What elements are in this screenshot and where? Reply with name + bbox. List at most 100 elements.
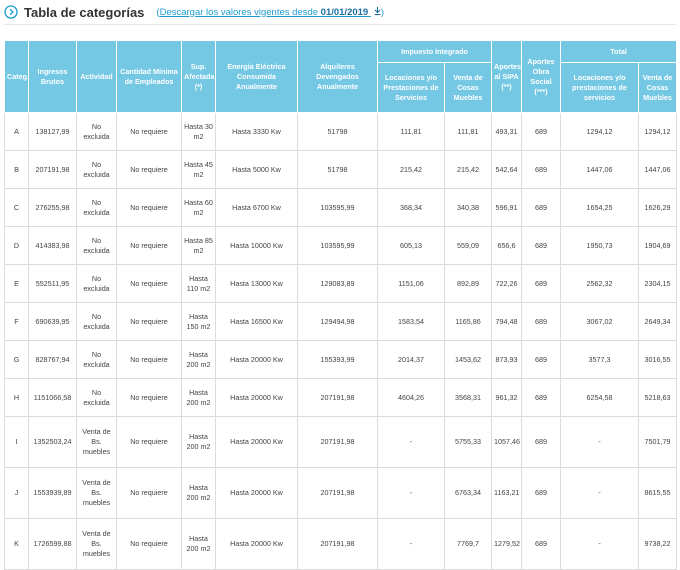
cell-superficie: Hasta 200 m2 — [181, 467, 216, 519]
col-group-impuesto: Impuesto Integrado — [376, 40, 493, 63]
table-row: E 552511,95 No excluida No requiere Hasta 11… — [4, 264, 678, 303]
cell-tot-loc: 6254,58 — [560, 378, 640, 417]
cell-imp-venta: 340,38 — [443, 188, 493, 227]
cell-alquileres: 207191,98 — [297, 378, 378, 417]
cell-imp-loc: 368,34 — [377, 188, 445, 227]
cell-tot-venta: 7501,79 — [638, 416, 678, 468]
cell-imp-loc: - — [377, 518, 445, 570]
cell-sipa: 722,26 — [491, 264, 523, 303]
cell-energia: Hasta 16500 Kw — [215, 302, 298, 341]
cell-alquileres: 155393,99 — [297, 340, 378, 379]
cell-empleados: No requiere — [116, 226, 182, 265]
cell-superficie: Hasta 45 m2 — [181, 150, 216, 189]
cell-tot-loc: - — [560, 518, 640, 570]
cell-actividad: No excluida — [76, 112, 117, 151]
cell-tot-venta: 1294,12 — [638, 112, 678, 151]
col-header-imp-venta: Venta de Cosas Muebles — [443, 62, 493, 113]
cell-tot-loc: 1294,12 — [560, 112, 640, 151]
cell-tot-venta: 8615,55 — [638, 467, 678, 519]
cell-tot-venta: 3016,55 — [638, 340, 678, 379]
cell-imp-venta: 5755,33 — [443, 416, 493, 468]
col-header-superficie: Sup. Afectada (*) — [181, 40, 216, 113]
cell-empleados: No requiere — [116, 188, 182, 227]
cell-actividad: Venta de Bs. muebles — [76, 467, 117, 519]
table-row: K 1726599,88 Venta de Bs. muebles No requie… — [4, 518, 678, 570]
chevron-right-circle-icon[interactable] — [4, 5, 18, 19]
cell-energia: Hasta 5000 Kw — [215, 150, 298, 189]
cell-imp-loc: 215,42 — [377, 150, 445, 189]
cell-sipa: 493,31 — [491, 112, 523, 151]
cell-tot-venta: 1447,06 — [638, 150, 678, 189]
cell-sipa: 542,64 — [491, 150, 523, 189]
cell-tot-loc: 2562,32 — [560, 264, 640, 303]
cell-categ: D — [4, 226, 29, 265]
cell-alquileres: 207191,98 — [297, 416, 378, 468]
cell-tot-venta: 5218,63 — [638, 378, 678, 417]
cell-ingresos: 1726599,88 — [28, 518, 77, 570]
table-row: I 1352503,24 Venta de Bs. muebles No requie… — [4, 416, 678, 468]
download-values-link[interactable]: Descargar los valores vigentes desde 01/… — [160, 6, 381, 18]
cell-tot-loc: - — [560, 467, 640, 519]
col-header-ingresos: Ingresos Brutos — [28, 40, 77, 113]
table-body: A 138127,99 No excluida No requiere Hasta 30… — [4, 112, 678, 570]
table-row: F 690639,95 No excluida No requiere Hasta 15… — [4, 302, 678, 341]
cell-imp-venta: 215,42 — [443, 150, 493, 189]
cell-imp-venta: 559,09 — [443, 226, 493, 265]
cell-categ: K — [4, 518, 29, 570]
table-row: H 1151066,58 No excluida No requiere Hasta 2… — [4, 378, 678, 417]
cell-tot-venta: 1904,69 — [638, 226, 678, 265]
close-paren: ) — [380, 6, 385, 18]
cell-alquileres: 207191,98 — [297, 467, 378, 519]
cell-tot-venta: 2304,15 — [638, 264, 678, 303]
cell-superficie: Hasta 200 m2 — [181, 340, 216, 379]
cell-superficie: Hasta 85 m2 — [181, 226, 216, 265]
cell-empleados: No requiere — [116, 302, 182, 341]
cell-actividad: No excluida — [76, 264, 117, 303]
cell-ingresos: 207191,98 — [28, 150, 77, 189]
col-group-total: Total — [560, 40, 678, 63]
table-row: C 276255,98 No excluida No requiere Hasta 60… — [4, 188, 678, 227]
table-row: G 828767,94 No excluida No requiere Hasta 20… — [4, 340, 678, 379]
cell-obra-social: 689 — [521, 264, 562, 303]
col-header-obra-social: Aportes Obra Social (***) — [521, 40, 562, 113]
cell-actividad: No excluida — [76, 340, 117, 379]
cell-actividad: Venta de Bs. muebles — [76, 518, 117, 570]
cell-empleados: No requiere — [116, 150, 182, 189]
cell-superficie: Hasta 200 m2 — [181, 518, 216, 570]
cell-energia: Hasta 20000 Kw — [215, 340, 298, 379]
cell-imp-venta: 1453,62 — [443, 340, 493, 379]
cell-imp-venta: 3568,31 — [443, 378, 493, 417]
cell-tot-loc: 1654,25 — [560, 188, 640, 227]
cell-obra-social: 689 — [521, 112, 562, 151]
cell-alquileres: 51798 — [297, 112, 378, 151]
cell-tot-loc: 1447,06 — [560, 150, 640, 189]
cell-imp-venta: 111,81 — [443, 112, 493, 151]
cell-alquileres: 103595,99 — [297, 188, 378, 227]
cell-actividad: No excluida — [76, 378, 117, 417]
col-header-empleados: Cantidad Mínima de Empleados — [116, 40, 182, 113]
cell-sipa: 656,6 — [491, 226, 523, 265]
cell-ingresos: 552511,95 — [28, 264, 77, 303]
cell-sipa: 961,32 — [491, 378, 523, 417]
cell-energia: Hasta 13000 Kw — [215, 264, 298, 303]
cell-categ: I — [4, 416, 29, 468]
cell-imp-loc: - — [377, 467, 445, 519]
cell-ingresos: 690639,95 — [28, 302, 77, 341]
cell-imp-loc: 605,13 — [377, 226, 445, 265]
cell-tot-venta: 9738,22 — [638, 518, 678, 570]
cell-obra-social: 689 — [521, 302, 562, 341]
cell-imp-loc: - — [377, 416, 445, 468]
cell-obra-social: 689 — [521, 340, 562, 379]
cell-superficie: Hasta 30 m2 — [181, 112, 216, 151]
col-header-alquileres: Alquileres Devengados Anualmente — [297, 40, 378, 113]
cell-energia: Hasta 20000 Kw — [215, 518, 298, 570]
cell-obra-social: 689 — [521, 150, 562, 189]
cell-ingresos: 1352503,24 — [28, 416, 77, 468]
cell-ingresos: 828767,94 — [28, 340, 77, 379]
cell-energia: Hasta 20000 Kw — [215, 467, 298, 519]
cell-energia: Hasta 3330 Kw — [215, 112, 298, 151]
cell-tot-venta: 1626,29 — [638, 188, 678, 227]
categories-table: Categ. Ingresos Brutos Actividad Cantida… — [4, 40, 678, 570]
cell-actividad: No excluida — [76, 226, 117, 265]
cell-tot-loc: 3067,02 — [560, 302, 640, 341]
